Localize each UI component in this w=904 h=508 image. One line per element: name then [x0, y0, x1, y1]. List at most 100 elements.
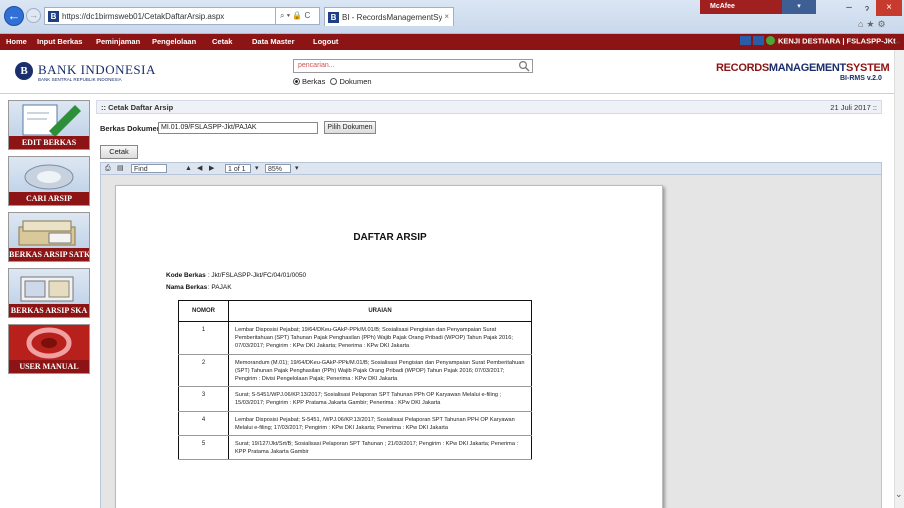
- nama-berkas-value: : PAJAK: [207, 284, 232, 291]
- sidebar-item-label: CARI ARSIP: [9, 192, 89, 205]
- browser-toolbar-icons[interactable]: ⌂★⚙: [858, 19, 889, 30]
- menu-logout[interactable]: Logout: [313, 37, 338, 46]
- window-close-button[interactable]: ×: [876, 0, 902, 16]
- export-icon[interactable]: ▤: [117, 164, 124, 173]
- window-maximize-button[interactable]: ɂ: [860, 2, 874, 14]
- sidebar-item-label: BERKAS ARSIP SKA: [9, 304, 89, 317]
- rms-logo-system: SYSTEM: [845, 62, 890, 74]
- column-header-uraian: URAIAN: [228, 300, 532, 322]
- kode-berkas-row: Kode Berkas : Jkt/FSLASPP-Jkt/FC/04/01/0…: [166, 272, 306, 279]
- report-page: DAFTAR ARSIP Kode Berkas : Jkt/FSLASPP-J…: [115, 185, 663, 508]
- url-text[interactable]: https://dc1birmsweb01/CetakDaftarArsip.a…: [62, 12, 224, 21]
- pilih-dokumen-button[interactable]: Pilih Dokumen: [324, 121, 376, 134]
- search-icon[interactable]: [518, 60, 530, 72]
- main-menu-bar: Home Input Berkas Peminjaman Pengelolaan…: [0, 34, 904, 50]
- user-icon: [766, 36, 775, 46]
- row-uraian: Surat; S-5451/WPJ.06/KP.13/2017; Sosiali…: [228, 386, 532, 412]
- window-minimize-button[interactable]: –: [842, 2, 856, 14]
- nama-berkas-row: Nama Berkas : PAJAK: [166, 284, 232, 291]
- search-magnifier-icon: [24, 164, 74, 190]
- row-uraian: Lembar Disposisi Pejabat; 19/64/DKeu-GAk…: [228, 321, 532, 355]
- folder-stack-icon: [18, 220, 76, 246]
- address-bar[interactable]: B https://dc1birmsweb01/CetakDaftarArsip…: [44, 7, 276, 25]
- report-viewer-body[interactable]: DAFTAR ARSIP Kode Berkas : Jkt/FSLASPP-J…: [100, 175, 882, 508]
- search-input[interactable]: pencarian...: [293, 59, 533, 73]
- previous-page-icon[interactable]: ◀: [197, 164, 202, 173]
- header-divider: [0, 93, 894, 94]
- archive-folder-icon: [20, 276, 74, 302]
- mcafee-button[interactable]: McAfee: [700, 0, 782, 14]
- sidebar-item-cari-arsip[interactable]: CARI ARSIP: [8, 156, 90, 206]
- arsip-table: NOMOR URAIAN 1 Lembar Disposisi Pejabat; …: [178, 300, 532, 461]
- next-page-icon[interactable]: ▶: [209, 164, 214, 173]
- page-dropdown-icon[interactable]: ▾: [255, 164, 259, 173]
- print-icon[interactable]: ⎙: [105, 164, 111, 173]
- table-row: 3 Surat; S-5451/WPJ.06/KP.13/2017; Sosial…: [178, 386, 532, 412]
- page-title: :: Cetak Daftar Arsip: [101, 103, 174, 112]
- table-row: 2 Memorandum (M.01); 19/64/DKeu-GAkP-PPk/…: [178, 354, 532, 388]
- column-header-nomor: NOMOR: [178, 300, 229, 322]
- menu-peminjaman[interactable]: Peminjaman: [96, 37, 140, 46]
- table-row: 1 Lembar Disposisi Pejabat; 19/64/DKeu-GA…: [178, 321, 532, 355]
- berkas-dokumen-input[interactable]: MI.01.09/FSLASPP-Jkt/PAJAK: [158, 122, 318, 134]
- menu-data-master[interactable]: Data Master: [252, 37, 295, 46]
- browser-tab[interactable]: B BI - RecordsManagementSy... ×: [324, 7, 454, 26]
- row-number: 2: [178, 354, 229, 388]
- row-uraian: Surat; 19/127/Jkt/Srt/B; Sosialisasi Pel…: [228, 435, 532, 461]
- kode-berkas-label: Kode Berkas: [166, 272, 206, 279]
- menu-pengelolaan[interactable]: Pengelolaan: [152, 37, 196, 46]
- site-favicon-icon: B: [48, 11, 59, 22]
- address-tools[interactable]: ⌕ ▾ 🔒 C: [276, 7, 320, 25]
- user-info: KENJI DESTIARA | FSLASPP-JKt: [740, 36, 896, 48]
- row-number: 1: [178, 321, 229, 355]
- row-uraian: Lembar Disposisi Pejabat; S-5451, /WPJ.0…: [228, 411, 532, 437]
- flag-icon: [753, 36, 764, 46]
- app-header: B BANK INDONESIA BANK SENTRAL REPUBLIK I…: [0, 50, 894, 94]
- row-number: 5: [178, 435, 229, 461]
- row-number: 4: [178, 411, 229, 437]
- bank-indonesia-logo-subtitle: BANK SENTRAL REPUBLIK INDONESIA: [38, 77, 122, 82]
- radio-berkas-label: Berkas: [302, 77, 326, 86]
- page-scrollbar[interactable]: [894, 50, 904, 508]
- browser-toolbar: ← → B https://dc1birmsweb01/CetakDaftarA…: [0, 0, 904, 34]
- table-row: 4 Lembar Disposisi Pejabat; S-5451, /WPJ.…: [178, 411, 532, 437]
- rms-logo-management: MANAGEMENT: [768, 62, 846, 74]
- current-date: 21 Juli 2017 ::: [830, 103, 877, 112]
- zoom-dropdown-icon[interactable]: ▾: [295, 164, 299, 173]
- mcafee-dropdown-icon[interactable]: ▾: [782, 0, 816, 14]
- scroll-down-icon[interactable]: ⌄: [895, 489, 903, 500]
- find-input[interactable]: Find: [131, 164, 167, 173]
- bank-indonesia-logo-text: BANK INDONESIA: [38, 62, 156, 77]
- search-type-radios: Berkas Dokumen: [293, 77, 372, 86]
- rms-logo: RECORDSMANAGEMENTSYSTEM: [716, 62, 890, 74]
- report-viewer-toolbar: ⎙ ▤ Find ▲ ◀ ▶ 1 of 1 ▾ 85% ▾: [100, 162, 882, 175]
- radio-berkas[interactable]: [293, 78, 300, 85]
- page-indicator[interactable]: 1 of 1: [225, 164, 251, 173]
- find-next-icon[interactable]: ▲: [185, 164, 192, 173]
- tab-title: BI - RecordsManagementSy...: [342, 13, 442, 22]
- sidebar-item-berkas-arsip-ska[interactable]: BERKAS ARSIP SKA: [8, 268, 90, 318]
- sidebar-item-label: EDIT BERKAS: [9, 136, 89, 149]
- cetak-button[interactable]: Cetak: [100, 145, 138, 159]
- sidebar-item-user-manual[interactable]: USER MANUAL: [8, 324, 90, 374]
- radio-dokumen[interactable]: [330, 78, 338, 85]
- forward-arrow-icon[interactable]: →: [26, 8, 41, 23]
- user-name: KENJI DESTIARA | FSLASPP-JKt: [778, 36, 896, 46]
- row-number: 3: [178, 386, 229, 412]
- back-arrow-icon[interactable]: ←: [4, 6, 24, 26]
- menu-home[interactable]: Home: [6, 37, 27, 46]
- sidebar-item-berkas-arsip-satker[interactable]: BERKAS ARSIP SATKER: [8, 212, 90, 262]
- kode-berkas-value: : Jkt/FSLASPP-Jkt/FC/04/01/0050: [207, 272, 307, 279]
- sidebar-item-label: USER MANUAL: [9, 360, 89, 373]
- table-row: 5 Surat; 19/127/Jkt/Srt/B; Sosialisasi Pe…: [178, 435, 532, 461]
- sidebar-item-edit-berkas[interactable]: EDIT BERKAS: [8, 100, 90, 150]
- menu-input-berkas[interactable]: Input Berkas: [37, 37, 82, 46]
- rms-version: BI-RMS v.2.0: [840, 75, 882, 82]
- bank-indonesia-logo-icon: B: [15, 62, 33, 80]
- zoom-select[interactable]: 85%: [265, 164, 291, 173]
- tab-close-icon[interactable]: ×: [444, 12, 449, 21]
- berkas-dokumen-label: Berkas Dokumen: [100, 124, 162, 133]
- lifebuoy-icon: [9, 325, 89, 361]
- search-placeholder: pencarian...: [298, 62, 335, 69]
- menu-cetak[interactable]: Cetak: [212, 37, 232, 46]
